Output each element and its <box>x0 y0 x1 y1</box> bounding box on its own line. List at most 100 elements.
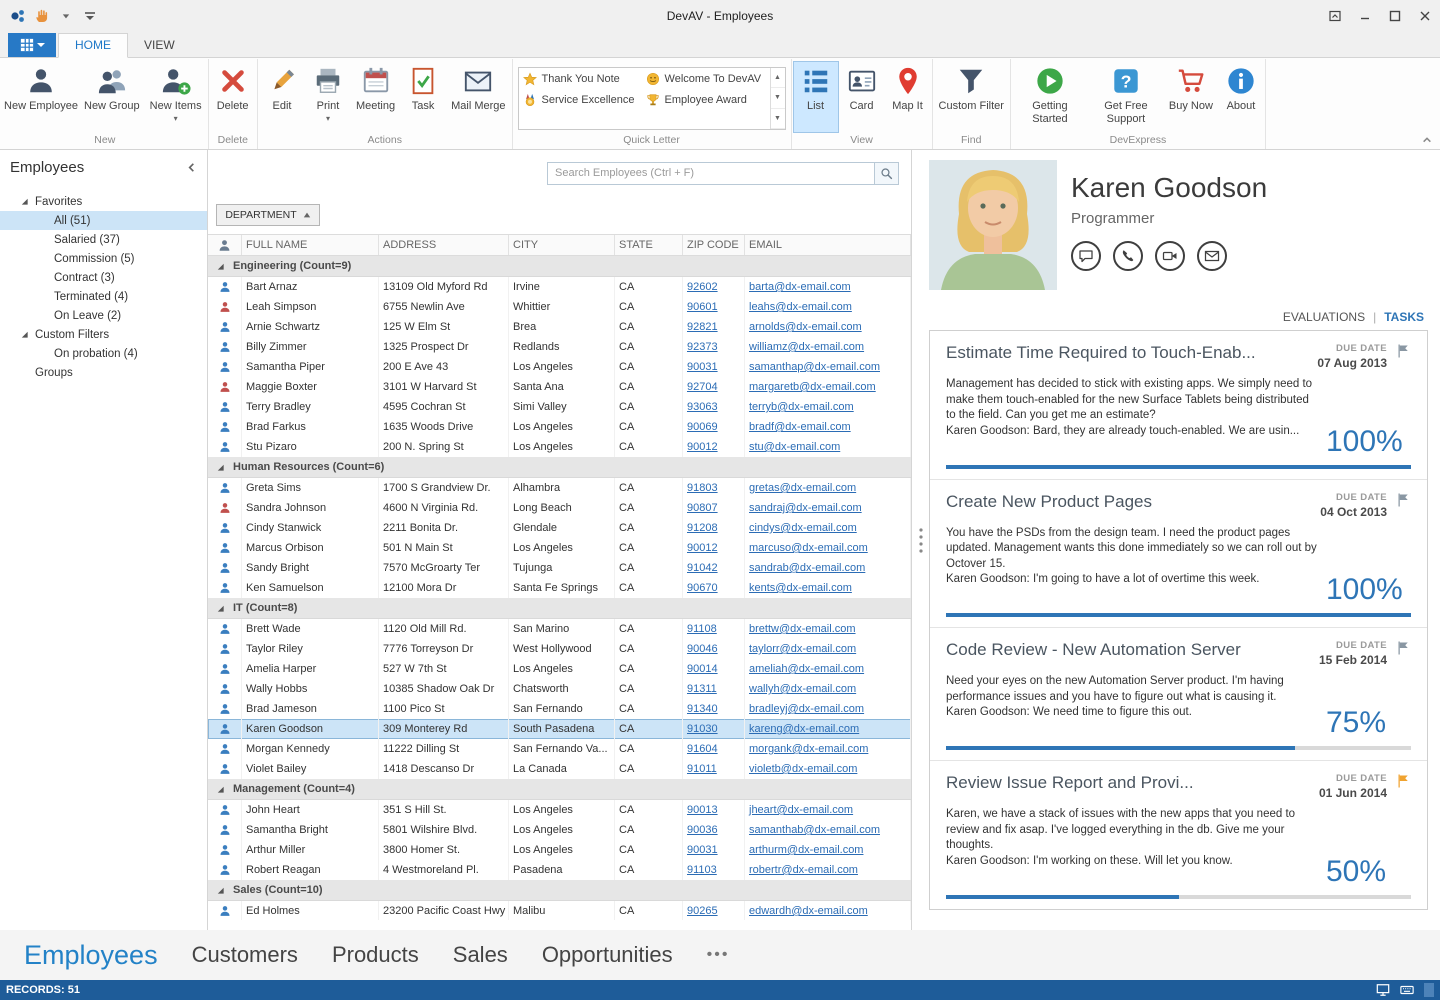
collapse-group-icon[interactable] <box>216 262 225 271</box>
print-button[interactable]: Print▾ <box>305 61 351 133</box>
zip-link[interactable]: 91311 <box>687 683 717 695</box>
table-row[interactable]: Karen Goodson 309 Monterey Rd South Pasa… <box>208 719 911 739</box>
qat-customize-icon[interactable] <box>80 6 100 26</box>
expand-triangle-icon[interactable] <box>20 330 29 339</box>
zip-link[interactable]: 92602 <box>687 281 718 293</box>
zip-link[interactable]: 91108 <box>687 623 717 635</box>
bottom-nav-tab[interactable]: ••• <box>707 946 730 964</box>
grid-group-row[interactable]: Human Resources (Count=6) <box>208 457 911 478</box>
zip-link[interactable]: 90012 <box>687 542 718 554</box>
email-link[interactable]: terryb@dx-email.com <box>749 401 854 413</box>
email-link[interactable]: barta@dx-email.com <box>749 281 851 293</box>
table-row[interactable]: Billy Zimmer 1325 Prospect Dr Redlands C… <box>208 337 911 357</box>
email-link[interactable]: leahs@dx-email.com <box>749 301 852 313</box>
tab-tasks[interactable]: TASKS <box>1384 310 1424 324</box>
email-link[interactable]: wallyh@dx-email.com <box>749 683 856 695</box>
column-header-state[interactable]: STATE <box>615 235 683 255</box>
task-card[interactable]: Create New Product Pages DUE DATE 04 Oct… <box>930 480 1427 629</box>
email-link[interactable]: sandrab@dx-email.com <box>749 562 865 574</box>
collapse-group-icon[interactable] <box>216 463 225 472</box>
grid-group-row[interactable]: IT (Count=8) <box>208 598 911 619</box>
sidebar-item[interactable]: Terminated (4) <box>0 287 207 306</box>
email-link[interactable]: samanthab@dx-email.com <box>749 824 880 836</box>
tab-home[interactable]: HOME <box>58 33 128 58</box>
flag-icon[interactable] <box>1395 773 1411 789</box>
email-link[interactable]: margaretb@dx-email.com <box>749 381 876 393</box>
table-row[interactable]: Maggie Boxter 3101 W Harvard St Santa An… <box>208 377 911 397</box>
collapse-group-icon[interactable] <box>216 785 225 794</box>
table-row[interactable]: Amelia Harper 527 W 7th St Los Angeles C… <box>208 659 911 679</box>
zip-link[interactable]: 90046 <box>687 643 718 655</box>
sidebar-item[interactable]: On Leave (2) <box>0 306 207 325</box>
about-button[interactable]: About <box>1218 61 1264 133</box>
chevron-down-icon[interactable] <box>56 6 76 26</box>
collapse-group-icon[interactable] <box>216 604 225 613</box>
list-view-button[interactable]: List <box>793 61 839 133</box>
table-row[interactable]: Ed Holmes 23200 Pacific Coast Hwy Malibu… <box>208 901 911 920</box>
table-row[interactable]: Sandra Johnson 4600 N Virginia Rd. Long … <box>208 498 911 518</box>
flag-icon[interactable] <box>1395 640 1411 656</box>
search-input[interactable] <box>548 163 874 184</box>
close-button[interactable] <box>1410 0 1440 32</box>
zip-link[interactable]: 93063 <box>687 401 718 413</box>
table-row[interactable]: Samantha Bright 5801 Wilshire Blvd. Los … <box>208 820 911 840</box>
zip-link[interactable]: 90601 <box>687 301 718 313</box>
zip-link[interactable]: 90670 <box>687 582 718 594</box>
sidebar-item[interactable]: Favorites <box>0 192 207 211</box>
table-row[interactable]: Ken Samuelson 12100 Mora Dr Santa Fe Spr… <box>208 578 911 598</box>
column-header-full-name[interactable]: FULL NAME <box>242 235 379 255</box>
expand-triangle-icon[interactable] <box>20 197 29 206</box>
sidebar-item[interactable]: Commission (5) <box>0 249 207 268</box>
mail-merge-button[interactable]: Mail Merge <box>446 61 510 133</box>
bottom-nav-tab[interactable]: Opportunities <box>542 942 673 968</box>
touch-mode-hand-icon[interactable] <box>32 6 52 26</box>
zip-link[interactable]: 90014 <box>687 663 718 675</box>
email-link[interactable]: sandraj@dx-email.com <box>749 502 862 514</box>
table-row[interactable]: Samantha Piper 200 E Ave 43 Los Angeles … <box>208 357 911 377</box>
zip-link[interactable]: 92704 <box>687 381 718 393</box>
bottom-nav-tab[interactable]: Employees <box>24 940 158 971</box>
sidebar-item[interactable]: On probation (4) <box>0 344 207 363</box>
table-row[interactable]: Arthur Miller 3800 Homer St. Los Angeles… <box>208 840 911 860</box>
table-row[interactable]: Bart Arnaz 13109 Old Myford Rd Irvine CA… <box>208 277 911 297</box>
email-link[interactable]: stu@dx-email.com <box>749 441 840 453</box>
email-link[interactable]: arnolds@dx-email.com <box>749 321 862 333</box>
flag-icon[interactable] <box>1395 492 1411 508</box>
email-link[interactable]: jheart@dx-email.com <box>749 804 853 816</box>
table-row[interactable]: Morgan Kennedy 11222 Dilling St San Fern… <box>208 739 911 759</box>
email-link[interactable]: kareng@dx-email.com <box>749 723 859 735</box>
grid-group-row[interactable]: Management (Count=4) <box>208 779 911 800</box>
new-employee-button[interactable]: New Employee <box>3 61 79 133</box>
email-link[interactable]: bradf@dx-email.com <box>749 421 851 433</box>
chat-button[interactable] <box>1071 241 1101 271</box>
task-card[interactable]: Code Review - New Automation Server DUE … <box>930 628 1427 761</box>
zip-link[interactable]: 90031 <box>687 361 718 373</box>
gallery-down-button[interactable]: ▼ <box>771 88 785 108</box>
email-link[interactable]: marcuso@dx-email.com <box>749 542 868 554</box>
sidebar-item[interactable]: Custom Filters <box>0 325 207 344</box>
custom-filter-button[interactable]: Custom Filter <box>934 61 1009 133</box>
sidebar-item[interactable]: Salaried (37) <box>0 230 207 249</box>
collapse-sidebar-button[interactable] <box>186 162 197 173</box>
edit-button[interactable]: Edit <box>259 61 305 133</box>
table-row[interactable]: Violet Bailey 1418 Descanso Dr La Canada… <box>208 759 911 779</box>
call-button[interactable] <box>1113 241 1143 271</box>
table-row[interactable]: Arnie Schwartz 125 W Elm St Brea CA 9282… <box>208 317 911 337</box>
map-it-button[interactable]: Map It <box>885 61 931 133</box>
table-row[interactable]: Sandy Bright 7570 McGroarty Ter Tujunga … <box>208 558 911 578</box>
table-row[interactable]: Terry Bradley 4595 Cochran St Simi Valle… <box>208 397 911 417</box>
zip-link[interactable]: 91803 <box>687 482 718 494</box>
zip-link[interactable]: 91103 <box>687 864 717 876</box>
tab-view[interactable]: VIEW <box>128 34 191 57</box>
email-link[interactable]: kents@dx-email.com <box>749 582 852 594</box>
email-link[interactable]: robertr@dx-email.com <box>749 864 858 876</box>
email-button[interactable] <box>1197 241 1227 271</box>
quick-letter-employee-award[interactable]: Employee Award <box>642 89 765 110</box>
table-row[interactable]: Stu Pizaro 200 N. Spring St Los Angeles … <box>208 437 911 457</box>
email-link[interactable]: gretas@dx-email.com <box>749 482 856 494</box>
table-row[interactable]: Brad Farkus 1635 Woods Drive Los Angeles… <box>208 417 911 437</box>
getting-started-button[interactable]: Getting Started <box>1012 61 1088 133</box>
table-row[interactable]: Marcus Orbison 501 N Main St Los Angeles… <box>208 538 911 558</box>
table-row[interactable]: Wally Hobbs 10385 Shadow Oak Dr Chatswor… <box>208 679 911 699</box>
column-header-zip-code[interactable]: ZIP CODE <box>683 235 745 255</box>
